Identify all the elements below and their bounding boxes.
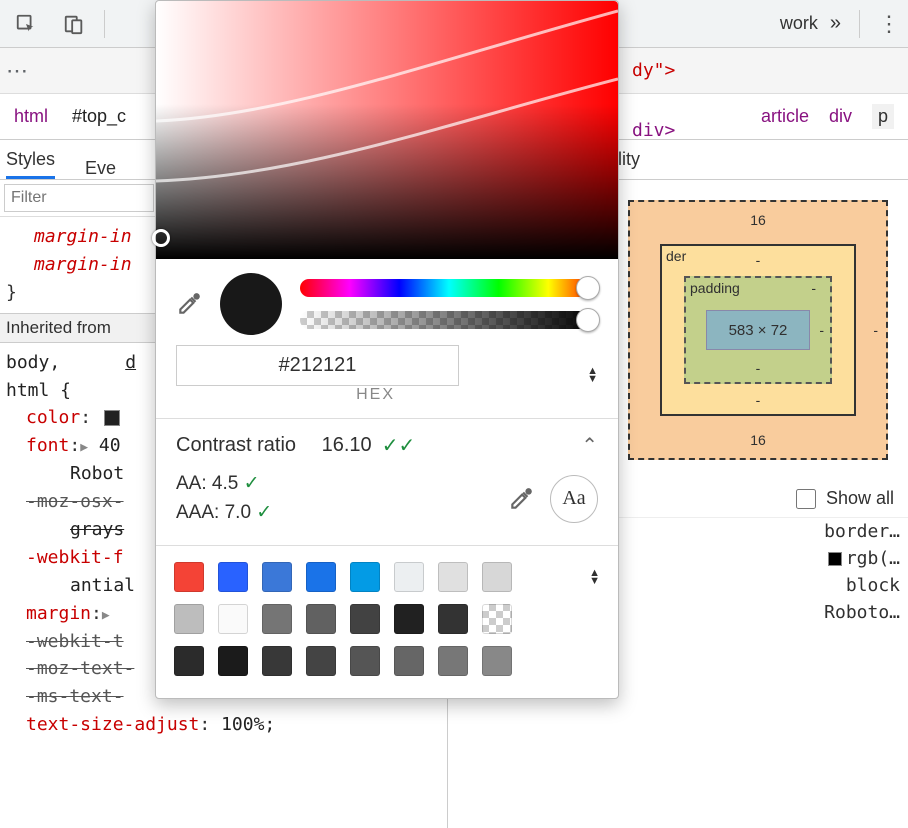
color-picker-popup: HEX ▲ ▼ Contrast ratio 16.10 ✓✓ ⌃ AA: 4.… [155, 0, 619, 699]
palette-swatch[interactable] [262, 562, 292, 592]
divider [156, 545, 618, 546]
palette-swatch[interactable] [350, 562, 380, 592]
palette-swatch[interactable] [262, 646, 292, 676]
color-swatch-mini[interactable] [828, 552, 842, 566]
chevron-down-icon: ▼ [589, 577, 600, 585]
palette-swatch[interactable] [218, 646, 248, 676]
check-icon: ✓ [244, 473, 260, 494]
kebab-menu-icon[interactable]: ⋮ [878, 11, 900, 37]
computed-value: block [846, 575, 900, 596]
chevron-up-icon[interactable]: ⌃ [581, 433, 598, 458]
palette-swatch[interactable] [394, 604, 424, 634]
palette-swatch[interactable] [438, 604, 468, 634]
palette-swatch[interactable] [218, 604, 248, 634]
contrast-label: Contrast ratio [176, 434, 296, 457]
palette-swatch[interactable] [350, 646, 380, 676]
eyedropper-icon[interactable] [176, 291, 202, 317]
box-model-content: 583 × 72 [706, 310, 810, 350]
palette-switch-arrows[interactable]: ▲ ▼ [589, 569, 600, 585]
color-format-label: HEX [176, 386, 575, 404]
palette-swatch[interactable] [174, 604, 204, 634]
color-swatch[interactable] [104, 410, 120, 426]
computed-value: Roboto… [824, 602, 900, 623]
hex-input[interactable] [176, 345, 459, 386]
contrast-thresholds: AA: 4.5 ✓ AAA: 7.0 ✓ [176, 470, 272, 527]
alpha-knob[interactable] [576, 308, 600, 332]
css-prop[interactable]: margin-in [34, 226, 132, 247]
overflow-ellipsis-icon[interactable]: ⋯ [6, 58, 30, 84]
chevron-down-icon: ▼ [587, 375, 598, 383]
inspect-element-icon[interactable] [8, 6, 44, 42]
divider [156, 418, 618, 419]
text-preview-circle[interactable]: Aa [550, 475, 598, 523]
breadcrumb-div[interactable]: div [829, 106, 852, 127]
current-color-swatch [220, 273, 282, 335]
tab-event-listeners[interactable]: Eve [85, 158, 116, 179]
saturation-field[interactable] [156, 1, 618, 259]
alpha-slider[interactable] [300, 311, 598, 329]
palette-row [174, 646, 600, 676]
palette-swatch[interactable] [306, 604, 336, 634]
show-all-label: Show all [826, 488, 894, 509]
dom-fragment: dy"> [632, 60, 675, 81]
more-tabs-icon[interactable]: » [830, 12, 841, 35]
expand-arrow-icon[interactable]: ▶ [102, 608, 110, 623]
palette-swatch[interactable] [306, 562, 336, 592]
palette-swatch[interactable] [438, 562, 468, 592]
hue-slider[interactable] [300, 279, 598, 297]
color-palette: ▲ ▼ [156, 552, 618, 698]
palette-swatch[interactable] [350, 604, 380, 634]
palette-swatch[interactable] [394, 562, 424, 592]
expand-arrow-icon[interactable]: ▶ [80, 440, 88, 455]
palette-row [174, 604, 600, 634]
palette-swatch-transparent[interactable] [482, 604, 512, 634]
css-prop[interactable]: margin-in [34, 254, 132, 275]
format-switch-arrows[interactable]: ▲ ▼ [587, 367, 598, 383]
palette-swatch[interactable] [438, 646, 468, 676]
bg-eyedropper-icon[interactable] [508, 486, 534, 512]
palette-swatch[interactable] [394, 646, 424, 676]
double-check-icon: ✓✓ [382, 433, 416, 458]
css-prop-margin[interactable]: margin [26, 603, 91, 624]
css-prop[interactable]: text-size-adjust [26, 714, 199, 735]
palette-swatch[interactable] [174, 562, 204, 592]
styles-filter-input[interactable] [4, 184, 154, 212]
divider [104, 10, 105, 38]
device-toggle-icon[interactable] [56, 6, 92, 42]
box-model[interactable]: 16 16 - der - - padding - - - 583 × 72 [628, 200, 888, 460]
palette-swatch[interactable] [482, 646, 512, 676]
palette-swatch[interactable] [218, 562, 248, 592]
breadcrumb-top[interactable]: #top_c [72, 106, 126, 127]
palette-swatch[interactable] [482, 562, 512, 592]
divider [859, 10, 860, 38]
css-prop-color[interactable]: color [26, 407, 80, 428]
computed-value: rgb(… [828, 548, 900, 569]
hue-knob[interactable] [576, 276, 600, 300]
palette-swatch[interactable] [262, 604, 292, 634]
computed-value: border… [824, 521, 900, 542]
dom-fragment: div> [632, 120, 675, 141]
palette-row: ▲ ▼ [174, 562, 600, 592]
check-icon: ✓ [256, 502, 272, 523]
tab-network[interactable]: work [780, 13, 818, 34]
saturation-cursor[interactable] [152, 229, 170, 247]
breadcrumb-p[interactable]: p [872, 104, 894, 129]
contrast-value: 16.10 [322, 434, 372, 457]
css-prop-font[interactable]: font [26, 435, 69, 456]
tab-styles[interactable]: Styles [6, 149, 55, 179]
breadcrumb-html[interactable]: html [14, 106, 48, 127]
contrast-ratio-row: Contrast ratio 16.10 ✓✓ ⌃ [156, 425, 618, 466]
palette-swatch[interactable] [174, 646, 204, 676]
breadcrumb-article[interactable]: article [761, 106, 809, 127]
show-all-checkbox[interactable] [796, 489, 816, 509]
palette-swatch[interactable] [306, 646, 336, 676]
